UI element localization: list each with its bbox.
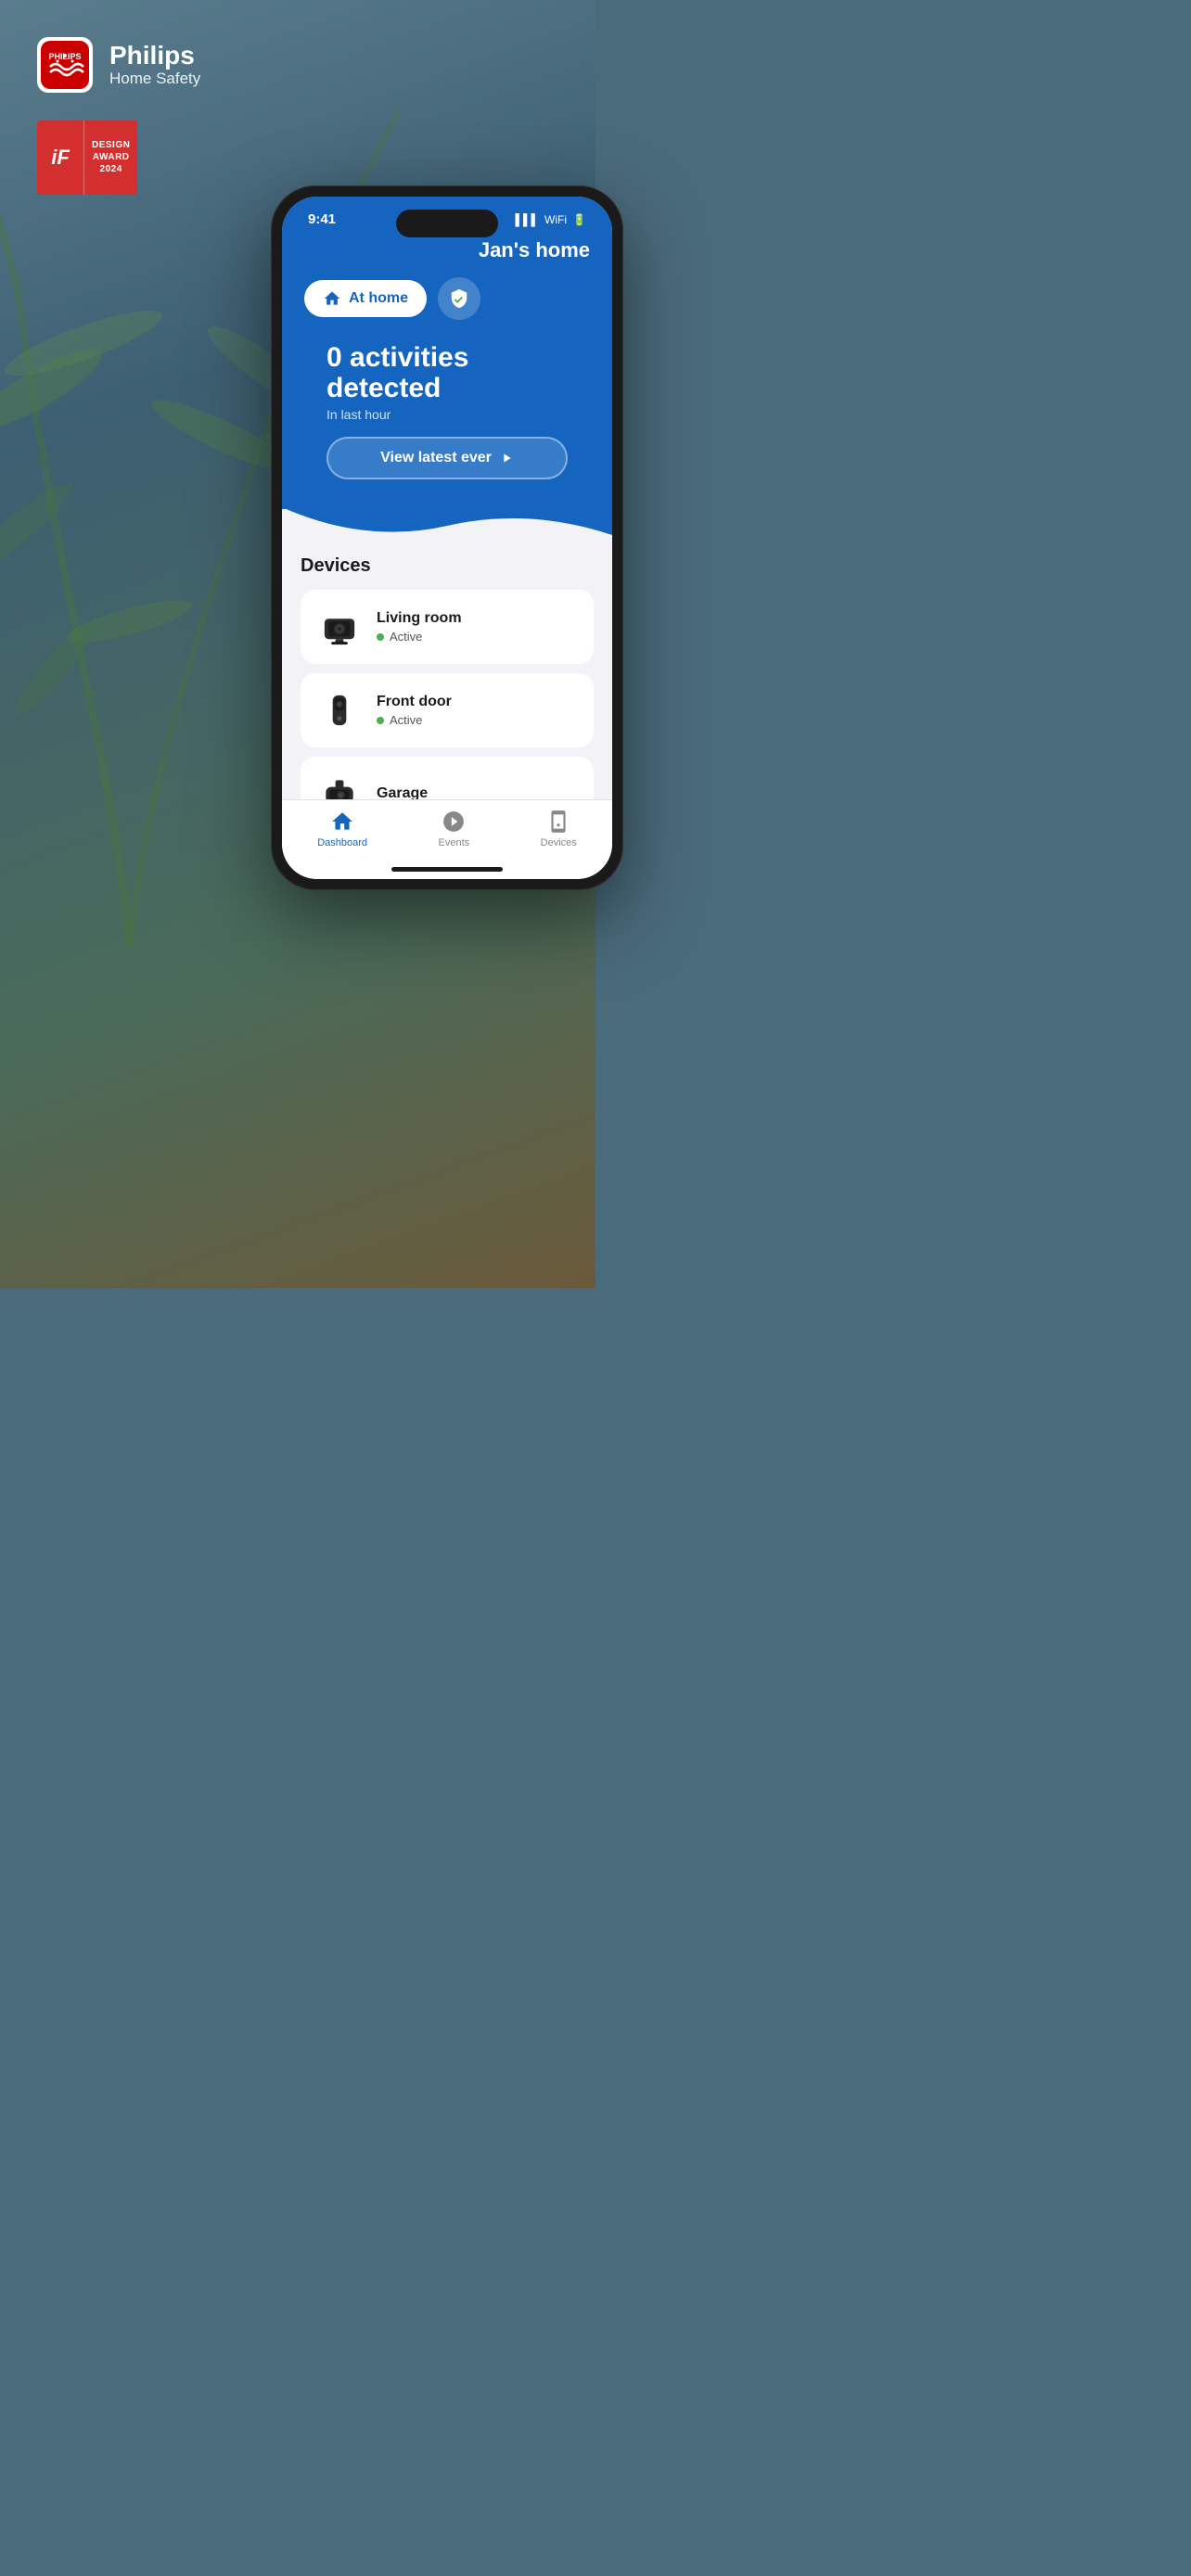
at-home-button[interactable]: At home [304,280,427,317]
device-card-garage[interactable]: Garage [301,757,594,799]
device-info-living-room: Living room Active [377,610,579,644]
home-indicator-bar [391,867,503,872]
device-name-front-door: Front door [377,694,579,710]
device-name-garage: Garage [377,785,579,799]
devices-nav-icon [546,810,570,834]
nav-events-label: Events [439,837,470,848]
app-header: Jan's home At home [282,231,612,507]
device-card-front-door[interactable]: Front door Active [301,673,594,747]
phone-screen: 9:41 ▌▌▌ WiFi 🔋 Jan's home [282,197,612,879]
home-title: Jan's home [304,238,590,262]
if-badge-left: iF [37,121,83,195]
mode-row: At home [304,277,590,320]
camera-icon-garage [315,770,364,799]
events-nav-icon [442,810,466,834]
wifi-icon: WiFi [544,213,567,226]
header-section: PHILIPS Philips Home Safety iF DESIGN AW… [37,37,200,195]
nav-dashboard[interactable]: Dashboard [317,810,367,848]
shield-icon [449,288,469,309]
camera-icon-front-door [315,686,364,734]
device-card-living-room[interactable]: Living room Active [301,590,594,664]
if-badge-right: DESIGN AWARD 2024 [83,121,137,195]
brand-name: Philips [109,42,200,70]
brand-subtitle: Home Safety [109,70,200,88]
devices-section: Devices [282,544,612,799]
if-design-award-badge: iF DESIGN AWARD 2024 [37,121,158,195]
activities-sub: In last hour [327,407,568,422]
devices-title: Devices [301,555,594,577]
phone-frame: 9:41 ▌▌▌ WiFi 🔋 Jan's home [271,185,623,890]
device-name-living-room: Living room [377,610,579,627]
camera-icon-living-room [315,603,364,651]
home-indicator [282,861,612,879]
device-status-living-room: Active [377,630,579,644]
view-latest-button[interactable]: View latest ever [327,437,568,479]
nav-events[interactable]: Events [439,810,470,848]
arrow-right-icon [499,451,514,465]
bottom-nav: Dashboard Events Devices [282,799,612,861]
status-dot-living-room [377,633,384,641]
battery-icon: 🔋 [572,213,586,226]
brand-text: Philips Home Safety [109,42,200,89]
nav-devices-label: Devices [541,837,577,848]
status-text-front-door: Active [390,713,422,727]
shield-mode-button[interactable] [438,277,480,320]
status-icons: ▌▌▌ WiFi 🔋 [516,213,586,226]
status-text-living-room: Active [390,630,422,644]
at-home-label: At home [349,290,408,307]
dynamic-island [396,210,498,237]
device-status-front-door: Active [377,713,579,727]
activities-count: 0 activities detected [327,342,568,403]
home-icon [323,289,341,308]
dashboard-nav-icon [330,810,354,834]
nav-devices[interactable]: Devices [541,810,577,848]
phone-mockup: 9:41 ▌▌▌ WiFi 🔋 Jan's home [271,185,623,890]
signal-icon: ▌▌▌ [516,213,540,226]
activities-section: 0 activities detected In last hour View … [304,342,590,507]
wave-divider [282,507,612,544]
device-info-garage: Garage [377,785,579,799]
philips-logo: PHILIPS [37,37,93,93]
status-dot-front-door [377,717,384,724]
nav-dashboard-label: Dashboard [317,837,367,848]
brand-row: PHILIPS Philips Home Safety [37,37,200,93]
status-time: 9:41 [308,211,336,227]
device-info-front-door: Front door Active [377,694,579,727]
